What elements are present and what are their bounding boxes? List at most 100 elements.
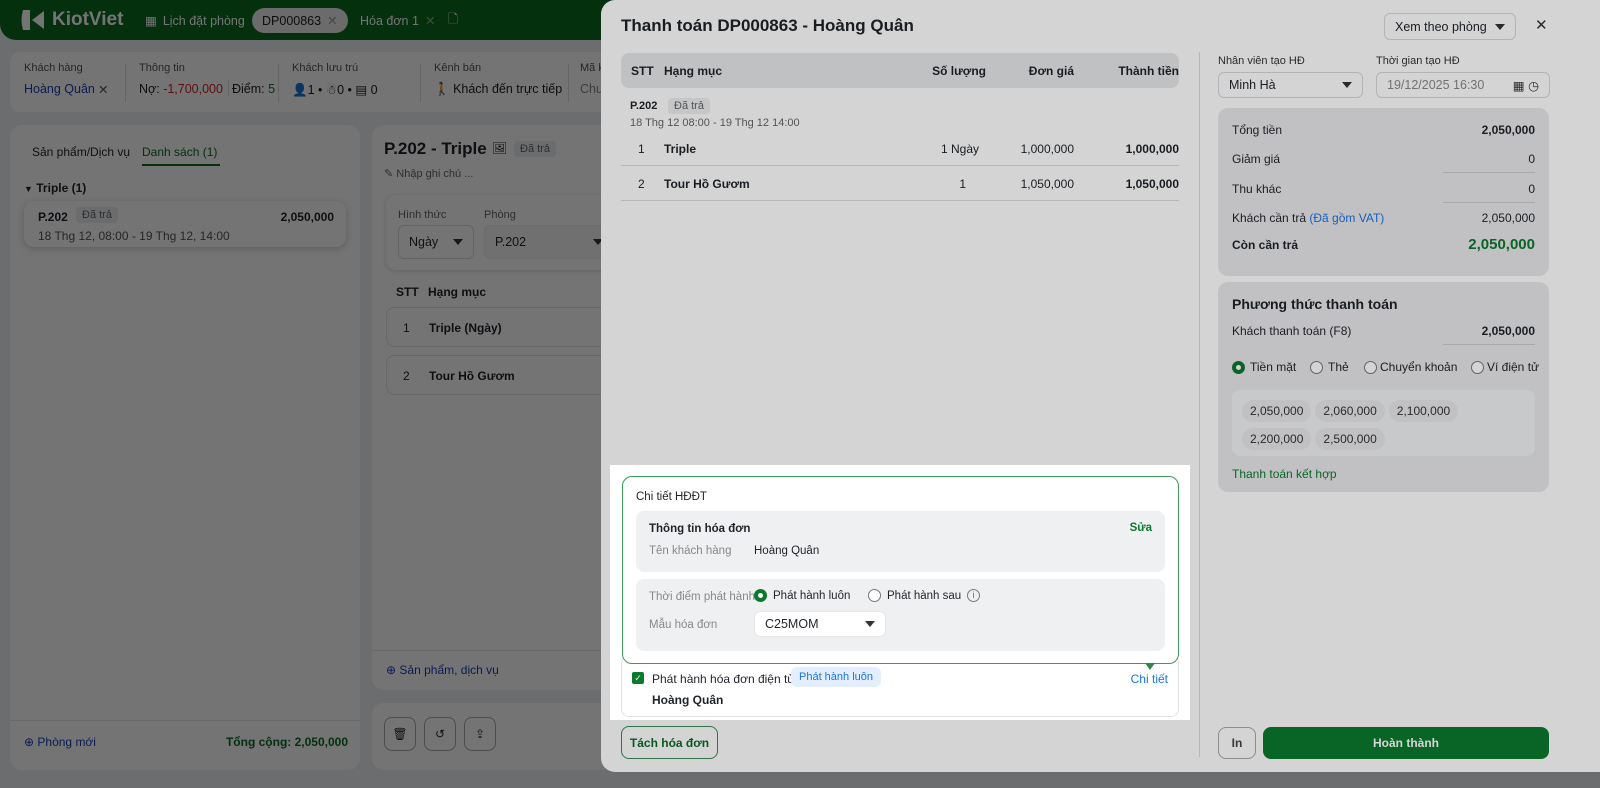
row-total: 1,000,000 bbox=[1125, 142, 1179, 156]
discount-input[interactable]: 0 bbox=[1443, 152, 1535, 173]
einvoice-issue-card: ✓ Phát hành hóa đơn điện tử Phát hành lu… bbox=[621, 655, 1179, 717]
time-label: Thời gian tạo HĐ bbox=[1376, 55, 1460, 67]
remain-label: Còn cần trả bbox=[1232, 237, 1299, 252]
radio-checked-icon bbox=[1232, 360, 1245, 374]
staff-label: Nhân viên tạo HĐ bbox=[1218, 55, 1305, 67]
popover-title: Chi tiết HĐĐT bbox=[636, 491, 707, 503]
popover-arrow bbox=[1145, 663, 1155, 670]
staff-value: Minh Hà bbox=[1229, 78, 1276, 92]
calendar-icon[interactable]: ▦ bbox=[1513, 79, 1525, 93]
radio-issue-later[interactable]: Phát hành sau i bbox=[868, 589, 981, 602]
room-name: P.202 bbox=[630, 100, 658, 112]
suggestion-chip[interactable]: 2,100,000 bbox=[1388, 400, 1459, 422]
created-time-input[interactable]: 19/12/2025 16:30 ▦ ◷ bbox=[1376, 72, 1550, 98]
template-select[interactable]: C25MOM bbox=[754, 611, 886, 637]
caret-down-icon bbox=[865, 621, 875, 627]
status-badge: Đã trả bbox=[668, 98, 710, 114]
edit-link[interactable]: Sửa bbox=[1130, 522, 1152, 534]
detail-link[interactable]: Chi tiết bbox=[1131, 672, 1168, 686]
info-icon[interactable]: i bbox=[967, 589, 981, 602]
method-ewallet[interactable]: Ví điện tử bbox=[1471, 360, 1539, 374]
total-value: 2,050,000 bbox=[1481, 123, 1535, 137]
combined-payment-link[interactable]: Thanh toán kết hợp bbox=[1232, 467, 1337, 481]
row-no: 1 bbox=[638, 142, 645, 156]
total-label: Tổng tiền bbox=[1232, 123, 1283, 137]
method-transfer[interactable]: Chuyển khoản bbox=[1364, 360, 1457, 374]
einvoice-detail-popover: Chi tiết HĐĐT Thông tin hóa đơn Sửa Tên … bbox=[622, 476, 1179, 670]
radio-label: Phát hành luôn bbox=[773, 589, 851, 602]
created-time-value: 19/12/2025 16:30 bbox=[1387, 78, 1485, 92]
customer-value: Hoàng Quân bbox=[754, 545, 820, 557]
radio-unchecked-icon bbox=[1471, 360, 1484, 374]
method-cash[interactable]: Tiền mặt bbox=[1232, 360, 1296, 374]
col-total: Thành tiền bbox=[1118, 64, 1179, 78]
invoice-info-box: Thông tin hóa đơn Sửa Tên khách hàng Hoà… bbox=[636, 511, 1165, 572]
template-label: Mẫu hóa đơn bbox=[649, 619, 718, 631]
customer-label: Tên khách hàng bbox=[649, 545, 732, 557]
issue-mode-badge: Phát hành luôn bbox=[791, 667, 882, 687]
row-name: Tour Hồ Gươm bbox=[664, 177, 750, 191]
row-total: 1,050,000 bbox=[1125, 177, 1179, 191]
vat-link[interactable]: (Đã gồm VAT) bbox=[1309, 211, 1384, 225]
row-price: 1,050,000 bbox=[1020, 177, 1074, 191]
radio-unchecked-icon bbox=[868, 589, 881, 602]
table-row: 1 Triple 1 Ngày 1,000,000 1,000,000 bbox=[621, 132, 1179, 166]
col-price: Đơn giá bbox=[1028, 64, 1074, 78]
method-label: Thẻ bbox=[1328, 360, 1349, 374]
clock-icon[interactable]: ◷ bbox=[1528, 79, 1539, 93]
issue-time-label: Thời điểm phát hành bbox=[649, 591, 755, 603]
suggestion-chip[interactable]: 2,200,000 bbox=[1242, 428, 1312, 450]
caret-down-icon bbox=[1342, 82, 1352, 88]
staff-select[interactable]: Minh Hà bbox=[1218, 72, 1363, 98]
paid-label: Khách thanh toán (F8) bbox=[1232, 324, 1352, 338]
remain-value: 2,050,000 bbox=[1468, 236, 1535, 253]
radio-unchecked-icon bbox=[1310, 360, 1323, 374]
pay-label: Khách cần trả bbox=[1232, 211, 1307, 225]
caret-down-icon bbox=[1495, 23, 1505, 30]
row-no: 2 bbox=[638, 177, 645, 191]
invoice-info-title: Thông tin hóa đơn bbox=[649, 523, 751, 535]
close-icon[interactable]: ✕ bbox=[1535, 16, 1548, 34]
row-qty: 1 Ngày bbox=[940, 142, 979, 156]
modal-title: Thanh toán DP000863 - Hoàng Quân bbox=[621, 16, 914, 35]
payment-title: Phương thức thanh toán bbox=[1232, 296, 1398, 312]
amount-suggestions: 2,050,000 2,060,000 2,100,000 2,200,000 … bbox=[1232, 390, 1535, 456]
suggestion-chip[interactable]: 2,050,000 bbox=[1242, 400, 1312, 422]
method-card[interactable]: Thẻ bbox=[1310, 360, 1349, 374]
room-time: 18 Thg 12 08:00 - 19 Thg 12 14:00 bbox=[630, 117, 800, 129]
radio-unchecked-icon bbox=[1364, 360, 1377, 374]
table-row: 2 Tour Hồ Gươm 1 1,050,000 1,050,000 bbox=[621, 166, 1179, 201]
method-label: Chuyển khoản bbox=[1380, 360, 1458, 374]
view-mode-value: Xem theo phòng bbox=[1395, 19, 1487, 34]
invoice-table-header: STT Hạng mục Số lượng Đơn giá Thành tiền bbox=[621, 53, 1179, 88]
radio-checked-icon bbox=[754, 589, 767, 602]
row-name: Triple bbox=[664, 142, 697, 156]
summary-card: Tổng tiền 2,050,000 Giảm giá 0 Thu khác 0 K… bbox=[1218, 108, 1549, 276]
method-label: Ví điện tử bbox=[1487, 360, 1540, 374]
pay-value: 2,050,000 bbox=[1481, 211, 1535, 225]
col-item: Hạng mục bbox=[664, 64, 723, 78]
suggestion-chip[interactable]: 2,500,000 bbox=[1315, 428, 1385, 450]
issue-label: Phát hành hóa đơn điện tử bbox=[652, 672, 796, 686]
row-qty: 1 bbox=[959, 177, 966, 191]
other-fee-label: Thu khác bbox=[1232, 182, 1282, 196]
col-stt: STT bbox=[631, 64, 654, 78]
payment-method-card: Phương thức thanh toán Khách thanh toán … bbox=[1218, 282, 1549, 492]
payment-modal: Thanh toán DP000863 - Hoàng Quân Xem the… bbox=[601, 0, 1600, 772]
other-fee-input[interactable]: 0 bbox=[1443, 182, 1535, 203]
paid-input[interactable]: 2,050,000 bbox=[1443, 324, 1535, 345]
complete-button[interactable]: Hoàn thành bbox=[1263, 727, 1549, 759]
radio-issue-now[interactable]: Phát hành luôn bbox=[754, 589, 850, 602]
view-mode-select[interactable]: Xem theo phòng bbox=[1384, 13, 1516, 40]
print-button[interactable]: In bbox=[1218, 727, 1256, 759]
suggestion-chip[interactable]: 2,060,000 bbox=[1315, 400, 1385, 422]
split-invoice-button[interactable]: Tách hóa đơn bbox=[621, 726, 718, 759]
row-price: 1,000,000 bbox=[1020, 142, 1074, 156]
issue-customer: Hoàng Quân bbox=[652, 693, 724, 707]
template-value: C25MOM bbox=[765, 617, 819, 631]
col-qty: Số lượng bbox=[932, 64, 986, 78]
discount-label: Giảm giá bbox=[1232, 152, 1281, 166]
issue-settings-box: Thời điểm phát hành Phát hành luôn Phát … bbox=[636, 579, 1165, 651]
radio-label: Phát hành sau bbox=[887, 589, 962, 602]
issue-checkbox[interactable]: ✓ bbox=[632, 672, 644, 684]
